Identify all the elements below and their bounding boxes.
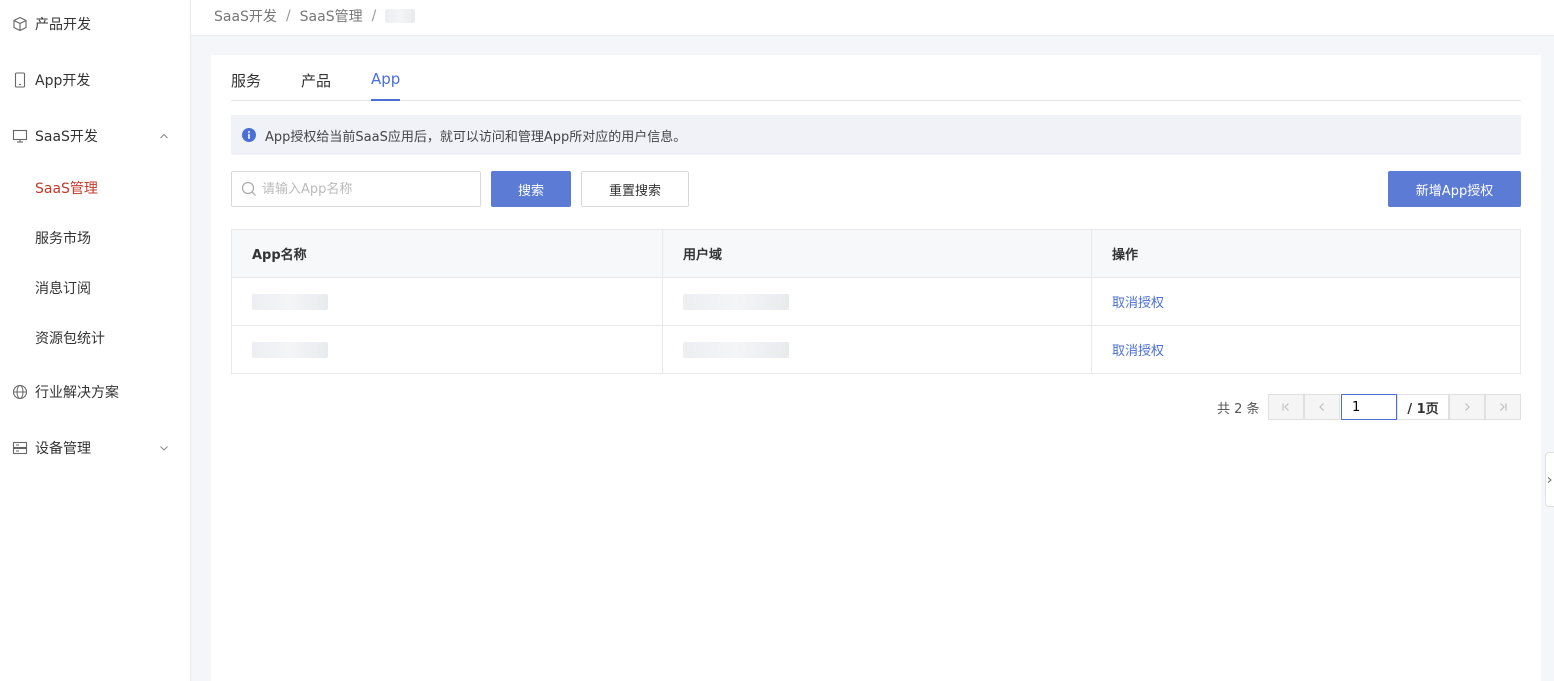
close-icon [1547,476,1552,483]
cube-icon [12,16,28,32]
sidebar-item-product-dev[interactable]: 产品开发 [0,4,190,44]
collapse-panel-toggle[interactable] [1545,452,1554,507]
last-page-button[interactable] [1485,394,1521,420]
redacted-user-domain [683,293,789,310]
phone-icon [12,72,28,88]
sidebar-item-label: 设备管理 [35,441,91,457]
first-page-button[interactable] [1268,394,1304,420]
search-icon [241,181,256,196]
breadcrumb-item-redacted [385,9,416,23]
sidebar-item-label: 产品开发 [35,17,91,33]
reset-search-button[interactable]: 重置搜索 [581,171,689,207]
info-notice: App授权给当前SaaS应用后，就可以访问和管理App所对应的用户信息。 [231,115,1521,155]
app-name-cell [231,325,663,374]
user-domain-cell [662,277,1092,326]
globe-icon [12,384,28,400]
sidebar-item-device-management[interactable]: 设备管理 [0,428,190,468]
column-header-actions: 操作 [1091,229,1521,278]
main-card: 服务 产品 App App授权给当前SaaS应用后，就可以访问和管理App所对应… [211,55,1541,681]
sidebar-item-label: 服务市场 [35,231,91,247]
breadcrumb-separator: / [371,8,377,24]
table-row: 取消授权 [231,277,1521,326]
redacted-user-domain [683,341,789,358]
add-app-authorization-button[interactable]: 新增App授权 [1388,171,1521,207]
first-page-icon [1282,403,1289,411]
redacted-app-name [252,341,328,358]
actions-cell: 取消授权 [1091,277,1521,326]
top-bar: SaaS开发 / SaaS管理 / [191,0,1554,36]
breadcrumb: SaaS开发 / SaaS管理 / [214,6,416,26]
last-page-icon [1500,403,1507,411]
page-number-input[interactable] [1341,394,1397,420]
table-header-row: App名称 用户域 操作 [231,229,1521,278]
chevron-up-icon [158,130,170,142]
app-name-cell [231,277,663,326]
sidebar-item-label: SaaS开发 [35,129,98,145]
app-table: App名称 用户域 操作 取消授权 取消授权 [231,229,1521,374]
chevron-left-icon [1319,403,1324,411]
search-button[interactable]: 搜索 [491,171,571,207]
sidebar-item-label: SaaS管理 [35,181,98,197]
sidebar-item-resource-stats[interactable]: 资源包统计 [0,318,190,358]
sidebar-item-saas-dev[interactable]: SaaS开发 [0,116,190,156]
tab-bar: 服务 产品 App [231,70,1521,101]
prev-page-button[interactable] [1304,394,1340,420]
sidebar-item-service-market[interactable]: 服务市场 [0,218,190,258]
table-row: 取消授权 [231,325,1521,374]
sidebar-item-message-subscription[interactable]: 消息订阅 [0,268,190,308]
notice-text: App授权给当前SaaS应用后，就可以访问和管理App所对应的用户信息。 [265,129,687,145]
page-count: / 1页 [1397,394,1449,420]
actions-cell: 取消授权 [1091,325,1521,374]
revoke-authorization-link[interactable]: 取消授权 [1112,344,1164,359]
chevron-right-icon [1465,403,1470,411]
sidebar: 产品开发 App开发 SaaS开发 SaaS管理 服务市场 消息订阅 资源包统计… [0,0,191,681]
user-domain-cell [662,325,1092,374]
breadcrumb-separator: / [285,8,291,24]
search-field[interactable] [231,171,481,207]
breadcrumb-item-saas-management[interactable]: SaaS管理 [300,6,363,26]
sidebar-item-industry-solutions[interactable]: 行业解决方案 [0,372,190,412]
redacted-app-name [252,293,328,310]
sidebar-item-saas-management[interactable]: SaaS管理 [0,168,190,208]
pagination-total: 共 2 条 [1217,402,1260,417]
sidebar-item-label: App开发 [35,73,91,89]
tab-services[interactable]: 服务 [231,70,261,101]
info-icon [242,128,256,142]
chevron-down-icon [158,442,170,454]
sidebar-item-label: 资源包统计 [35,331,105,347]
search-input[interactable] [262,181,462,197]
tab-app[interactable]: App [371,70,401,101]
breadcrumb-item-saas-dev[interactable]: SaaS开发 [214,6,277,26]
monitor-icon [12,128,28,144]
sidebar-item-label: 行业解决方案 [35,385,119,401]
sidebar-item-label: 消息订阅 [35,281,91,297]
column-header-user-domain: 用户域 [662,229,1092,278]
column-header-app-name: App名称 [231,229,663,278]
tab-products[interactable]: 产品 [301,70,331,101]
revoke-authorization-link[interactable]: 取消授权 [1112,296,1164,311]
pagination: 共 2 条 / 1页 [211,394,1541,420]
server-icon [12,440,28,456]
sidebar-item-app-dev[interactable]: App开发 [0,60,190,100]
next-page-button[interactable] [1449,394,1485,420]
